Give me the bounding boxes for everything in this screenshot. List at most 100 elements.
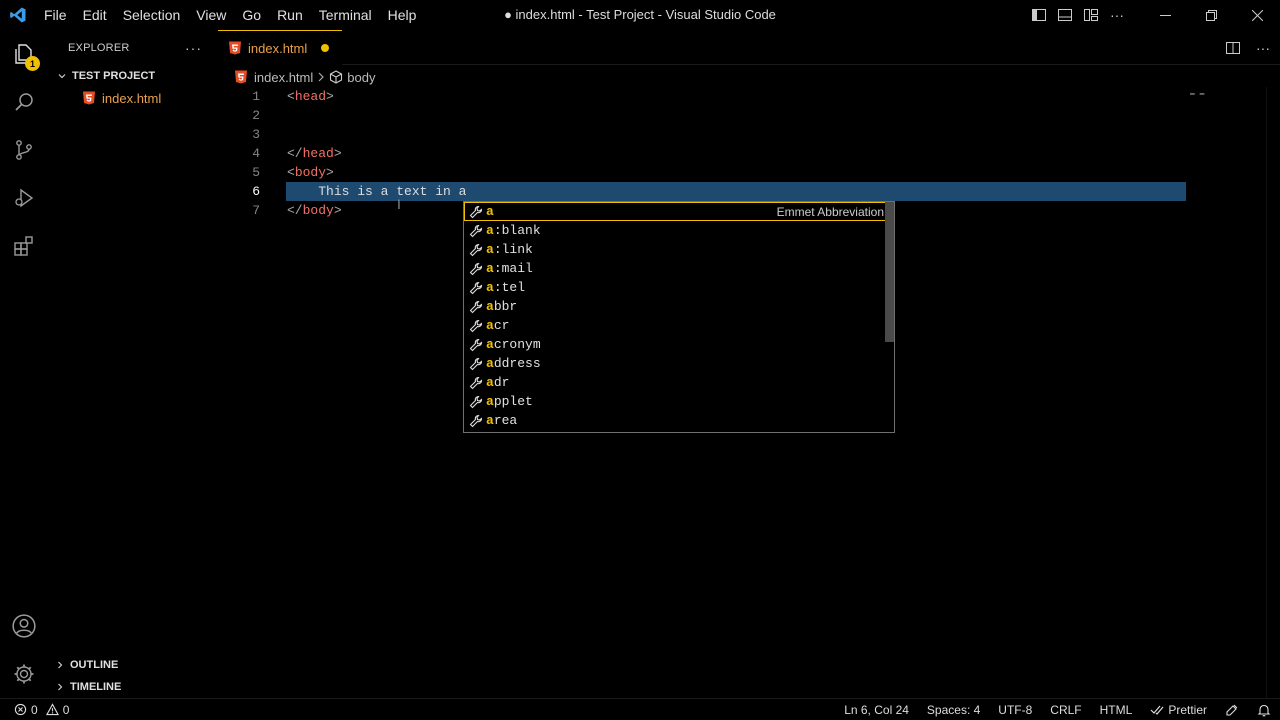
tag-name: head [302, 146, 334, 161]
suggestion-item[interactable]: a:tel [464, 278, 894, 297]
suggestion-rest: :link [493, 242, 533, 257]
html5-file-icon [228, 41, 242, 55]
html5-file-icon [82, 91, 96, 105]
end-of-line[interactable]: CRLF [1041, 703, 1090, 717]
timeline-section[interactable]: TIMELINE [48, 676, 218, 698]
outline-section[interactable]: OUTLINE [48, 654, 218, 676]
suggestion-item[interactable]: a:blank [464, 221, 894, 240]
wrench-icon [468, 280, 484, 296]
unsaved-dot-icon[interactable] [321, 44, 330, 52]
tag-name: head [294, 89, 327, 104]
code-line[interactable]: 5 <body> [218, 163, 1280, 182]
project-folder-label: TEST PROJECT [72, 70, 156, 82]
suggestion-item[interactable]: a:mail [464, 259, 894, 278]
wrench-icon [468, 318, 484, 334]
wrench-icon [468, 242, 484, 258]
html5-file-icon [234, 70, 248, 84]
suggestion-label: address [486, 356, 541, 371]
suggestion-rest: :tel [493, 280, 526, 295]
menu-help[interactable]: Help [380, 0, 425, 30]
suggestion-match: a [486, 204, 494, 219]
menu-go[interactable]: Go [234, 0, 269, 30]
suggestion-rest: dr [493, 375, 510, 390]
close-window-button[interactable] [1234, 0, 1280, 30]
chevron-right-icon [50, 682, 70, 692]
tab-index-html[interactable]: index.html [218, 30, 342, 65]
explorer-icon[interactable]: 1 [0, 30, 48, 78]
suggestion-item[interactable]: acr [464, 316, 894, 335]
line-number: 4 [252, 146, 260, 161]
file-item-index-html[interactable]: index.html [48, 87, 218, 109]
code-line[interactable]: 2 [218, 106, 1280, 125]
problems-indicator[interactable]: 0 0 [0, 703, 69, 717]
suggestion-item[interactable]: acronym [464, 335, 894, 354]
code-line[interactable]: 1 <head> [218, 87, 1280, 106]
indentation[interactable]: Spaces: 4 [918, 703, 989, 717]
code-text: This is a text in a [287, 182, 466, 201]
code-line[interactable]: 6 This is a text in a [218, 182, 1280, 201]
suggestion-item[interactable]: area [464, 411, 894, 430]
status-bar: 0 0 Ln 6, Col 24 Spaces: 4 UTF-8 CRLF HT… [0, 698, 1280, 720]
menu-edit[interactable]: Edit [75, 0, 115, 30]
search-icon[interactable] [0, 78, 48, 126]
menu-run[interactable]: Run [269, 0, 311, 30]
split-editor-icon[interactable] [1220, 33, 1246, 63]
explorer-title: EXPLORER [68, 41, 130, 54]
tag-name: body [302, 203, 334, 218]
tag-open-bracket: </ [287, 203, 303, 218]
suggest-scrollbar[interactable] [885, 202, 894, 342]
prettier-status[interactable]: Prettier [1141, 703, 1216, 717]
toggle-primary-sidebar-icon[interactable] [1026, 0, 1052, 30]
suggestion-label: a [486, 204, 494, 219]
feedback-icon[interactable] [1216, 703, 1248, 717]
suggestion-item[interactable]: address [464, 354, 894, 373]
suggestion-match: a [486, 242, 494, 257]
language-mode[interactable]: HTML [1091, 703, 1142, 717]
tag-close-bracket: > [326, 165, 334, 180]
code-line[interactable]: 3 [218, 125, 1280, 144]
suggestion-item[interactable]: a:link [464, 240, 894, 259]
tag-name: body [294, 165, 327, 180]
vertical-scrollbar[interactable] [1266, 87, 1280, 698]
toggle-panel-icon[interactable] [1052, 0, 1078, 30]
suggestion-item[interactable]: a Emmet Abbreviation [464, 202, 894, 221]
menu-file[interactable]: File [36, 0, 75, 30]
accounts-icon[interactable] [0, 602, 48, 650]
line-number: 7 [252, 203, 260, 218]
menu-terminal[interactable]: Terminal [311, 0, 380, 30]
wrench-icon [468, 299, 484, 315]
restore-button[interactable] [1188, 0, 1234, 30]
menu-view[interactable]: View [188, 0, 234, 30]
source-control-icon[interactable] [0, 126, 48, 174]
more-actions-icon[interactable]: ··· [1104, 0, 1130, 30]
menu-selection[interactable]: Selection [115, 0, 189, 30]
extensions-icon[interactable] [0, 222, 48, 270]
project-folder[interactable]: TEST PROJECT [48, 65, 218, 87]
manage-gear-icon[interactable] [0, 650, 48, 698]
minimize-button[interactable] [1142, 0, 1188, 30]
outline-label: OUTLINE [70, 659, 119, 671]
customize-layout-icon[interactable] [1078, 0, 1104, 30]
wrench-icon [468, 204, 484, 220]
code-line[interactable]: 4 </head> [218, 144, 1280, 163]
suggestion-match: a [486, 356, 494, 371]
line-number: 3 [252, 127, 260, 142]
wrench-icon [468, 394, 484, 410]
breadcrumb-symbol[interactable]: body [347, 70, 375, 85]
cursor-position[interactable]: Ln 6, Col 24 [835, 703, 918, 717]
minimap[interactable]: ▬ ▬ [1190, 89, 1204, 98]
suggestion-label: acr [486, 318, 509, 333]
editor-more-icon[interactable]: ··· [1246, 33, 1280, 63]
breadcrumb-file[interactable]: index.html [254, 70, 313, 85]
notifications-bell-icon[interactable] [1248, 703, 1280, 717]
suggestion-rest: cronym [493, 337, 541, 352]
suggestion-item[interactable]: abbr [464, 297, 894, 316]
explorer-more-icon[interactable]: ··· [185, 40, 202, 56]
status-right: Ln 6, Col 24 Spaces: 4 UTF-8 CRLF HTML P… [835, 699, 1280, 720]
wrench-icon [468, 337, 484, 353]
suggestion-item[interactable]: applet [464, 392, 894, 411]
suggestion-item[interactable]: adr [464, 373, 894, 392]
run-debug-icon[interactable] [0, 174, 48, 222]
suggest-widget[interactable]: a Emmet Abbreviation a:blank a:link a:mail a:… [463, 201, 895, 433]
encoding[interactable]: UTF-8 [989, 703, 1041, 717]
